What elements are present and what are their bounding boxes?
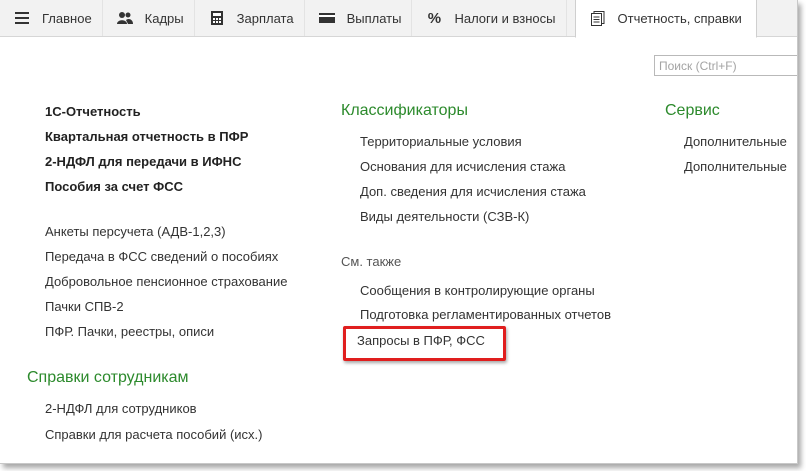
link-fss-transfer[interactable]: Передача в ФСС сведений о пособиях — [45, 249, 278, 264]
tab-reports[interactable]: Отчетность, справки — [574, 0, 757, 38]
search-input[interactable] — [654, 55, 797, 76]
tab-label: Главное — [42, 10, 92, 26]
link-fss-benefits[interactable]: Пособия за счет ФСС — [45, 179, 183, 194]
tab-label: Кадры — [144, 10, 184, 26]
tab-personnel[interactable]: Кадры — [103, 0, 195, 36]
tab-label: Выплаты — [346, 10, 402, 26]
section-title-employee-certificates: Справки сотрудникам — [27, 369, 189, 386]
link-territorial-conditions[interactable]: Территориальные условия — [360, 134, 522, 149]
tab-payments[interactable]: Выплаты — [305, 0, 413, 36]
link-quarterly-pfr[interactable]: Квартальная отчетность в ПФР — [45, 129, 248, 144]
tab-salary[interactable]: Зарплата — [195, 0, 305, 36]
link-2ndfl-ifns[interactable]: 2-НДФЛ для передачи в ИФНС — [45, 154, 241, 169]
link-benefit-certificates[interactable]: Справки для расчета пособий (исх.) — [45, 427, 262, 442]
section-tab-bar: Главное Кадры Зарплата Выплаты % Налоги … — [0, 0, 797, 38]
people-icon — [116, 10, 133, 26]
section-title-service: Сервис — [665, 102, 720, 119]
link-regulator-messages[interactable]: Сообщения в контролирующие органы — [360, 283, 595, 298]
link-2ndfl-employees[interactable]: 2-НДФЛ для сотрудников — [45, 401, 197, 416]
tab-taxes[interactable]: % Налоги и взносы — [412, 0, 567, 36]
report-panel: Главное Кадры Зарплата Выплаты % Налоги … — [0, 0, 798, 464]
link-1c-reporting[interactable]: 1С-Отчетность — [45, 104, 141, 119]
link-pfr-packs[interactable]: ПФР. Пачки, реестры, описи — [45, 324, 214, 339]
link-spv2-packs[interactable]: Пачки СПВ-2 — [45, 299, 124, 314]
tab-label: Зарплата — [236, 10, 294, 26]
highlight-frame — [343, 326, 506, 361]
link-additional-1[interactable]: Дополнительные — [684, 134, 787, 149]
link-voluntary-pension[interactable]: Добровольное пенсионное страхование — [45, 274, 287, 289]
menu-icon — [14, 10, 30, 26]
see-also-label: См. также — [341, 254, 402, 269]
link-activity-types[interactable]: Виды деятельности (СЗВ-К) — [360, 209, 529, 224]
tab-label: Отчетность, справки — [617, 11, 742, 26]
documents-icon — [590, 11, 606, 27]
calculator-icon — [209, 10, 225, 26]
link-additional-2[interactable]: Дополнительные — [684, 159, 787, 174]
wallet-icon — [318, 10, 335, 26]
tab-main[interactable]: Главное — [0, 0, 103, 36]
link-seniority-extra[interactable]: Доп. сведения для исчисления стажа — [360, 184, 586, 199]
link-adv-forms[interactable]: Анкеты персучета (АДВ-1,2,3) — [45, 224, 226, 239]
link-regulated-reports[interactable]: Подготовка регламентированных отчетов — [360, 307, 611, 322]
percent-icon: % — [427, 9, 442, 27]
link-seniority-grounds[interactable]: Основания для исчисления стажа — [360, 159, 565, 174]
section-title-classifiers: Классификаторы — [341, 102, 468, 119]
tab-label: Налоги и взносы — [454, 10, 556, 26]
